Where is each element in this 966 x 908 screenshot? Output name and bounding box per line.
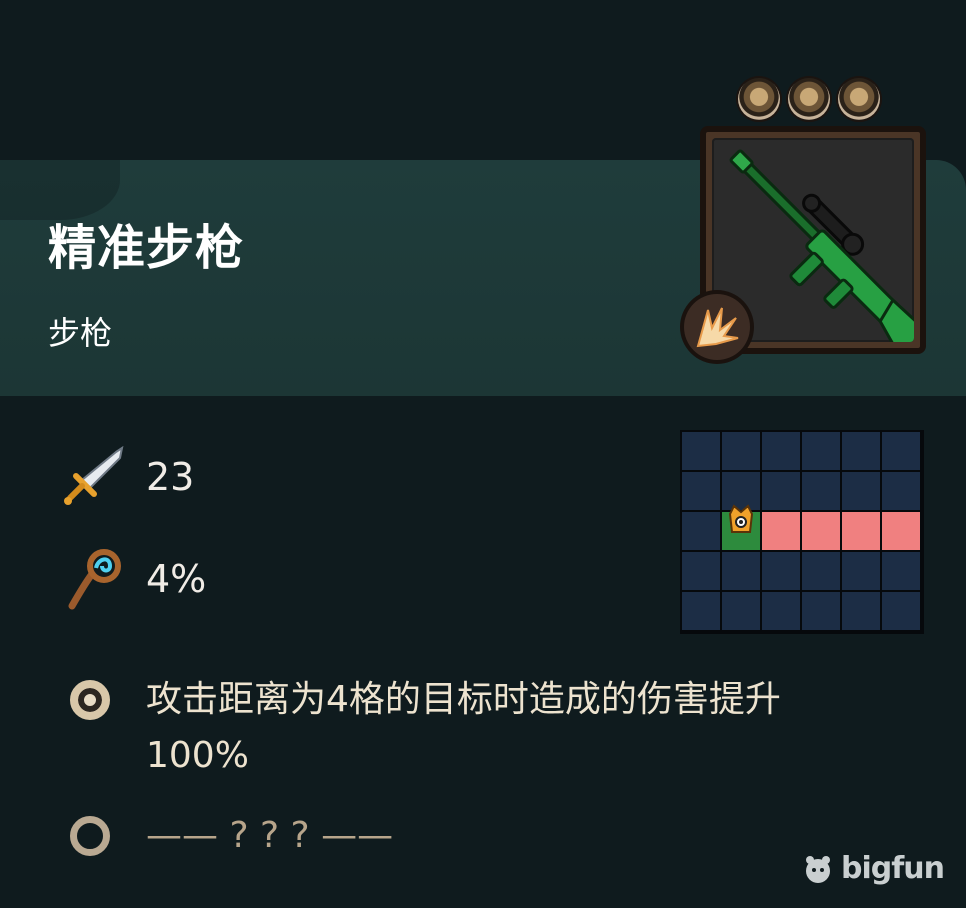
burst-icon <box>696 307 739 348</box>
level-orbs <box>738 78 880 120</box>
effect-locked-icon <box>70 816 110 856</box>
grid-cell <box>882 592 920 630</box>
effect-row-1: 攻击距离为4格的目标时造成的伤害提升100% <box>70 672 866 784</box>
item-type: 步枪 <box>48 314 113 352</box>
grid-cell <box>802 592 840 630</box>
grid-cell-hit <box>842 512 880 550</box>
grid-cell-hit <box>762 512 800 550</box>
effect-row-2: —— ? ? ? —— <box>70 808 866 864</box>
grid-cell <box>722 552 760 590</box>
grid-cell <box>722 432 760 470</box>
grid-cell-hit <box>802 512 840 550</box>
effect-text-1: 攻击距离为4格的目标时造成的伤害提升100% <box>146 679 781 776</box>
crit-value: 4% <box>146 557 207 601</box>
skill-badge[interactable] <box>684 294 750 360</box>
attack-stat: 23 <box>62 446 194 508</box>
level-orb-icon <box>738 78 780 120</box>
item-name: 精准步枪 <box>48 220 245 276</box>
grid-cell-origin <box>722 504 760 550</box>
grid-cell <box>842 432 880 470</box>
sword-icon <box>64 446 124 505</box>
grid-cell <box>842 552 880 590</box>
attack-value: 23 <box>146 455 195 499</box>
watermark: bigfun <box>801 851 945 886</box>
grid-cell <box>882 432 920 470</box>
grid-cell <box>802 552 840 590</box>
grid-cell <box>722 592 760 630</box>
grid-cell <box>762 432 800 470</box>
grid-cell <box>802 432 840 470</box>
bigfun-logo-icon <box>806 855 830 883</box>
grid-cell <box>762 472 800 510</box>
grid-cell <box>842 592 880 630</box>
grid-cell <box>802 472 840 510</box>
grid-cell <box>682 592 720 630</box>
grid-cell <box>682 512 720 550</box>
grid-cell <box>842 472 880 510</box>
grid-cell <box>682 432 720 470</box>
grid-cell <box>882 552 920 590</box>
effect-unlocked-icon <box>70 680 110 720</box>
effect-text-2: —— ? ? ? —— <box>146 815 394 856</box>
staff-icon <box>68 549 121 610</box>
grid-cell <box>762 592 800 630</box>
level-orb-icon <box>788 78 830 120</box>
grid-cell-hit <box>882 512 920 550</box>
unit-marker-icon <box>728 504 754 533</box>
attack-range-grid <box>680 430 924 634</box>
crit-stat: 4% <box>62 548 206 610</box>
watermark-text: bigfun <box>841 851 945 886</box>
grid-cell <box>762 552 800 590</box>
grid-cell <box>882 472 920 510</box>
grid-cell <box>682 552 720 590</box>
grid-cell <box>682 472 720 510</box>
level-orb-icon <box>838 78 880 120</box>
